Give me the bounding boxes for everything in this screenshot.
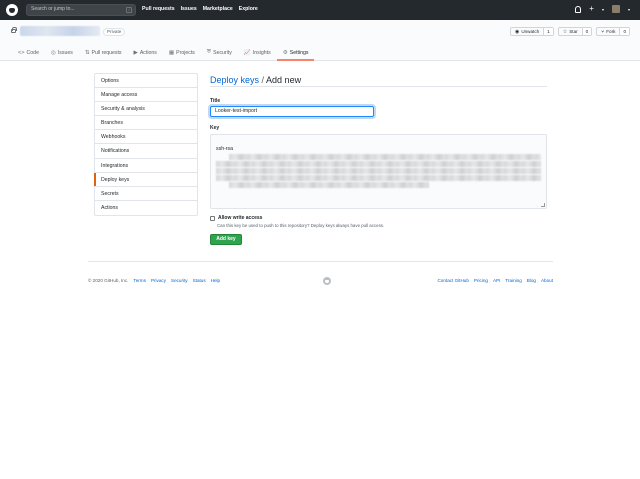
- footer-link-about[interactable]: About: [541, 278, 553, 283]
- footer-link-terms[interactable]: Terms: [133, 278, 146, 283]
- global-header: Search or jump to... / Pull requests Iss…: [0, 0, 640, 20]
- fork-button[interactable]: ⑂ Fork 0: [596, 27, 630, 36]
- sidebar-item-integrations[interactable]: Integrations: [95, 159, 197, 173]
- avatar-chevron-down-icon: ▾: [627, 6, 630, 12]
- title-input[interactable]: Looker-test-import: [210, 106, 374, 117]
- footer-link-blog[interactable]: Blog: [527, 278, 536, 283]
- project-icon: ▦: [168, 49, 175, 56]
- bell-icon[interactable]: [575, 5, 582, 13]
- page-title: Deploy keys / Add new: [210, 73, 547, 87]
- watch-count[interactable]: 1: [544, 28, 553, 35]
- key-redacted-line-1: [229, 154, 541, 160]
- tab-projects[interactable]: ▦ Projects: [163, 46, 201, 61]
- write-access-checkbox[interactable]: [210, 215, 215, 221]
- tab-pull-requests[interactable]: ⇅ Pull requests: [79, 46, 128, 61]
- footer-right: Contact GitHub Pricing API Training Blog…: [437, 278, 553, 283]
- tab-actions[interactable]: ▶ Actions: [128, 46, 163, 61]
- deploy-key-form: Deploy keys / Add new Title Looker-test-…: [210, 73, 547, 245]
- copyright: © 2020 GitHub, Inc.: [88, 278, 129, 283]
- avatar[interactable]: [611, 5, 620, 13]
- issue-icon: ◎: [50, 49, 56, 56]
- visibility-badge: Private: [103, 28, 126, 36]
- nav-pull-requests[interactable]: Pull requests: [142, 6, 175, 12]
- watch-label: Unwatch: [521, 28, 540, 34]
- repo-tabs: <> Code ◎ Issues ⇅ Pull requests ▶ Actions ▦…: [12, 46, 315, 61]
- pull-request-icon: ⇅: [84, 49, 90, 56]
- sidebar-item-deploy-keys[interactable]: Deploy keys: [94, 172, 197, 187]
- plus-icon[interactable]: +: [589, 5, 594, 13]
- tab-issues[interactable]: ◎ Issues: [45, 46, 79, 61]
- footer-link-contact[interactable]: Contact GitHub: [437, 278, 468, 283]
- key-label: Key: [210, 125, 220, 131]
- key-redacted-line-5: [229, 182, 429, 188]
- add-key-button[interactable]: Add key: [210, 234, 242, 245]
- resize-handle[interactable]: [541, 203, 545, 207]
- sidebar-item-security-analysis[interactable]: Security & analysis: [95, 102, 197, 117]
- code-icon: <>: [18, 49, 25, 56]
- global-nav: Pull requests Issues Marketplace Explore: [142, 6, 258, 12]
- watch-button[interactable]: ◉ Unwatch 1: [509, 27, 554, 36]
- nav-marketplace[interactable]: Marketplace: [203, 6, 233, 12]
- github-logo-icon[interactable]: [6, 4, 18, 16]
- play-icon: ▶: [133, 49, 138, 56]
- github-mark-icon[interactable]: [323, 277, 331, 285]
- footer-link-training[interactable]: Training: [505, 278, 521, 283]
- repo-name-redacted[interactable]: [20, 26, 100, 36]
- search-placeholder: Search or jump to...: [31, 6, 75, 12]
- tab-code[interactable]: <> Code: [12, 46, 45, 61]
- lock-icon: [11, 27, 17, 33]
- footer-link-pricing[interactable]: Pricing: [474, 278, 488, 283]
- tab-security[interactable]: ⛨ Security: [201, 46, 238, 61]
- breadcrumb-separator: /: [259, 75, 267, 85]
- key-redacted-line-3: [216, 168, 541, 174]
- key-prefix: ssh-rsa: [216, 146, 234, 152]
- sidebar-item-manage-access[interactable]: Manage access: [95, 88, 197, 103]
- key-redacted-line-4: [216, 175, 541, 181]
- tab-insights[interactable]: 📈 Insights: [238, 46, 277, 61]
- write-access-row: Allow write access: [210, 215, 262, 221]
- star-button[interactable]: ☆ Star 0: [557, 27, 593, 36]
- key-redacted-line-2: [216, 161, 541, 167]
- tab-settings[interactable]: ⚙ Settings: [276, 46, 315, 61]
- key-textarea[interactable]: ssh-rsa: [210, 134, 547, 209]
- sidebar-item-notifications[interactable]: Notifications: [95, 144, 197, 159]
- breadcrumb-deploy-keys[interactable]: Deploy keys: [210, 75, 259, 85]
- graph-icon: 📈: [243, 49, 251, 56]
- sidebar-item-actions[interactable]: Actions: [95, 201, 197, 215]
- search-shortcut-key: /: [126, 7, 132, 13]
- sidebar-item-secrets[interactable]: Secrets: [95, 187, 197, 201]
- footer-link-security[interactable]: Security: [171, 278, 188, 283]
- fork-icon: ⑂: [601, 28, 605, 35]
- footer-left: © 2020 GitHub, Inc. Terms Privacy Securi…: [88, 278, 220, 283]
- title-label: Title: [210, 98, 221, 104]
- star-icon: ☆: [562, 28, 568, 35]
- footer-link-privacy[interactable]: Privacy: [151, 278, 166, 283]
- star-label: Star: [569, 28, 578, 34]
- search-input[interactable]: Search or jump to... /: [26, 4, 136, 16]
- sidebar-item-options[interactable]: Options: [95, 74, 197, 89]
- header-actions: + ▾ ▾: [575, 5, 630, 13]
- gear-icon: ⚙: [282, 49, 288, 56]
- footer-link-help[interactable]: Help: [211, 278, 220, 283]
- breadcrumb-current: Add new: [266, 75, 302, 85]
- footer-link-api[interactable]: API: [493, 278, 500, 283]
- nav-issues[interactable]: Issues: [181, 6, 197, 12]
- write-access-note: Can this key be used to push to this rep…: [217, 223, 385, 228]
- sidebar-item-webhooks[interactable]: Webhooks: [95, 130, 197, 145]
- write-access-label[interactable]: Allow write access: [218, 215, 262, 221]
- fork-label: Fork: [606, 28, 616, 34]
- star-count[interactable]: 0: [582, 28, 592, 35]
- repo-actions: ◉ Unwatch 1 ☆ Star 0 ⑂ Fork 0: [509, 27, 630, 36]
- footer: © 2020 GitHub, Inc. Terms Privacy Securi…: [88, 261, 553, 285]
- nav-explore[interactable]: Explore: [239, 6, 258, 12]
- footer-link-status[interactable]: Status: [193, 278, 206, 283]
- eye-icon: ◉: [514, 28, 520, 35]
- shield-icon: ⛨: [206, 49, 212, 55]
- chevron-down-icon: ▾: [601, 6, 604, 12]
- settings-sidebar: Options Manage access Security & analysi…: [94, 73, 198, 216]
- sidebar-item-branches[interactable]: Branches: [95, 116, 197, 131]
- fork-count[interactable]: 0: [620, 28, 629, 35]
